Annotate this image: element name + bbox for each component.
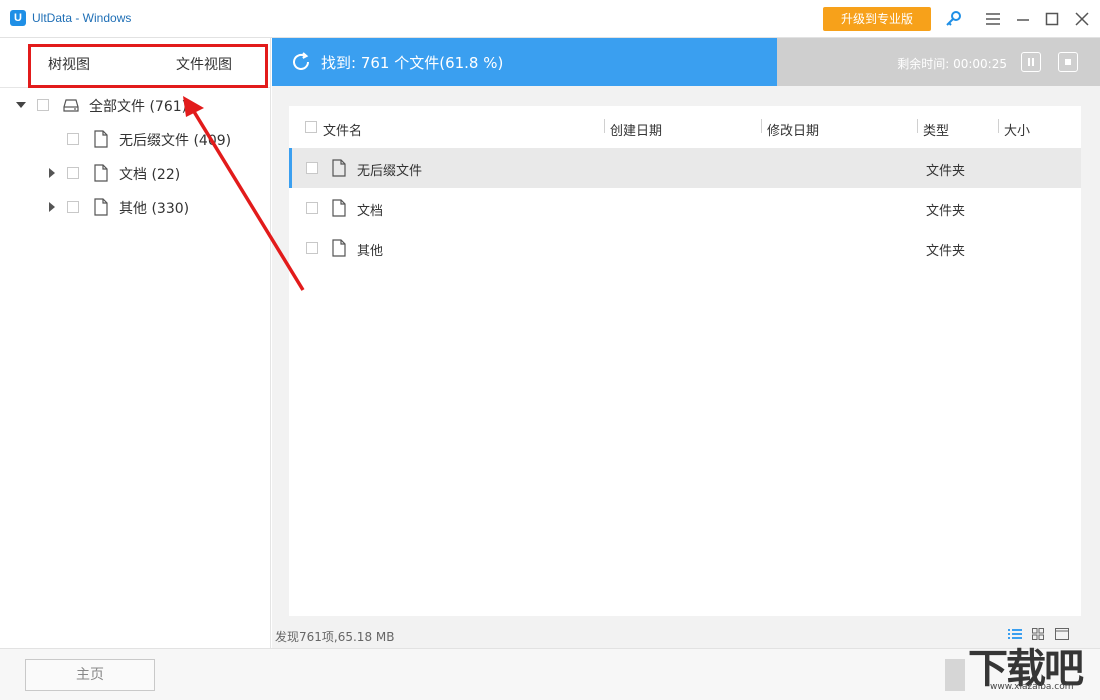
column-divider	[917, 119, 918, 133]
tree-item-label: 其他 (330)	[119, 201, 190, 217]
column-header-name[interactable]: 文件名	[323, 120, 362, 139]
stop-icon	[1065, 59, 1071, 65]
column-divider	[604, 119, 605, 133]
collapse-arrow-icon[interactable]	[16, 102, 26, 108]
minimize-icon[interactable]	[1013, 9, 1033, 29]
pause-button[interactable]	[1021, 52, 1041, 72]
row-type: 文件夹	[926, 164, 966, 179]
tree-item-label: 全部文件 (761)	[89, 99, 188, 115]
column-header-type[interactable]: 类型	[923, 120, 949, 139]
file-icon	[94, 198, 108, 220]
scan-status-text: 找到: 761 个文件(61.8 %)	[321, 54, 504, 72]
close-icon[interactable]	[1072, 9, 1092, 29]
site-watermark-url: www.xiazaiba.com	[990, 682, 1074, 692]
row-name: 无后缀文件	[357, 164, 423, 179]
view-tabs: 树视图 文件视图	[0, 38, 271, 88]
title-bar: U UltData - Windows 升级到专业版	[0, 0, 1100, 38]
checkbox[interactable]	[37, 99, 49, 111]
home-button[interactable]: 主页	[25, 659, 155, 691]
stop-button[interactable]	[1058, 52, 1078, 72]
column-header-size[interactable]: 大小	[1004, 120, 1030, 139]
table-row[interactable]: 其他 文件夹	[289, 228, 1081, 268]
maximize-icon[interactable]	[1042, 9, 1062, 29]
tab-file-view[interactable]: 文件视图	[176, 54, 232, 74]
remaining-time: 剩余时间: 00:00:25	[897, 57, 1007, 71]
tree-item-other[interactable]: 其他 (330)	[0, 190, 271, 224]
row-checkbox[interactable]	[306, 202, 318, 214]
column-divider	[761, 119, 762, 133]
row-name: 其他	[357, 244, 384, 259]
expand-arrow-icon[interactable]	[49, 168, 55, 178]
file-icon	[332, 159, 346, 181]
refresh-icon	[290, 51, 312, 77]
expand-arrow-icon[interactable]	[49, 202, 55, 212]
app-title: UltData - Windows	[32, 11, 132, 25]
table-row[interactable]: 文档 文件夹	[289, 188, 1081, 228]
file-icon	[332, 239, 346, 261]
select-all-checkbox[interactable]	[305, 121, 317, 133]
tree-item-label: 文档 (22)	[119, 167, 181, 183]
column-divider	[998, 119, 999, 133]
main-area: 找到: 761 个文件(61.8 %) 剩余时间: 00:00:25 文件名 创…	[272, 38, 1100, 648]
row-type: 文件夹	[926, 244, 966, 259]
row-name: 文档	[357, 204, 384, 219]
left-panel: 树视图 文件视图 全部文件 (761) 无后缀文件 (409) 文档 (22) …	[0, 38, 271, 648]
key-icon[interactable]	[944, 9, 964, 29]
file-icon	[94, 164, 108, 186]
tree-item-all-files[interactable]: 全部文件 (761)	[0, 88, 271, 122]
menu-icon[interactable]	[983, 9, 1003, 29]
file-icon	[94, 130, 108, 152]
checkbox[interactable]	[67, 133, 79, 145]
upgrade-button[interactable]: 升级到专业版	[823, 7, 931, 31]
bottom-bar: 主页	[0, 648, 1100, 700]
row-checkbox[interactable]	[306, 162, 318, 174]
drive-icon	[63, 97, 79, 117]
table-row[interactable]: 无后缀文件 文件夹	[289, 148, 1081, 188]
tree-item-no-extension[interactable]: 无后缀文件 (409)	[0, 122, 271, 156]
row-type: 文件夹	[926, 204, 966, 219]
checkbox[interactable]	[67, 167, 79, 179]
app-logo: U	[10, 10, 26, 26]
found-summary: 发现761项,65.18 MB	[275, 630, 395, 644]
column-header-created[interactable]: 创建日期	[610, 120, 662, 139]
tree-item-documents[interactable]: 文档 (22)	[0, 156, 271, 190]
column-header-modified[interactable]: 修改日期	[767, 120, 819, 139]
recover-button[interactable]	[945, 659, 965, 691]
pause-icon	[1028, 58, 1034, 66]
row-checkbox[interactable]	[306, 242, 318, 254]
scan-progress-bar: 找到: 761 个文件(61.8 %) 剩余时间: 00:00:25	[272, 38, 1100, 86]
file-icon	[332, 199, 346, 221]
checkbox[interactable]	[67, 201, 79, 213]
tab-tree-view[interactable]: 树视图	[48, 54, 90, 74]
tree-item-label: 无后缀文件 (409)	[119, 133, 232, 149]
